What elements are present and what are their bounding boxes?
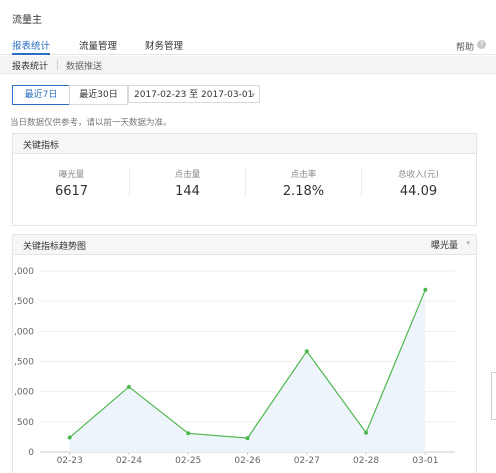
series-area (69, 289, 426, 452)
data-point (304, 349, 309, 354)
y-tick-label: ,500 (14, 297, 34, 307)
y-tick-label: ,500 (14, 358, 34, 368)
x-tick-label: 02-27 (294, 456, 320, 466)
x-tick-label: 02-25 (175, 456, 201, 466)
data-point (364, 430, 369, 435)
x-tick-label: 03-01 (412, 456, 438, 466)
data-point (245, 436, 250, 441)
data-point (67, 435, 72, 440)
y-tick-label: 0 (28, 448, 34, 458)
y-tick-label: ,000 (14, 267, 34, 277)
data-point (186, 431, 191, 436)
x-tick-label: 02-26 (234, 456, 260, 466)
y-tick-label: ,000 (14, 327, 34, 337)
x-tick-label: 02-28 (353, 456, 379, 466)
y-tick-label: ,000 (14, 388, 34, 398)
trend-line-chart: 0 500 ,000 ,500 ,000 ,500 ,000 02-23 02-24 02-25… (14, 267, 455, 466)
x-tick-label: 02-23 (57, 456, 83, 466)
data-point (126, 384, 131, 389)
scroll-handle[interactable] (491, 372, 496, 420)
data-point (423, 287, 428, 292)
y-tick-label: 500 (17, 418, 34, 428)
x-tick-label: 02-24 (116, 456, 142, 466)
